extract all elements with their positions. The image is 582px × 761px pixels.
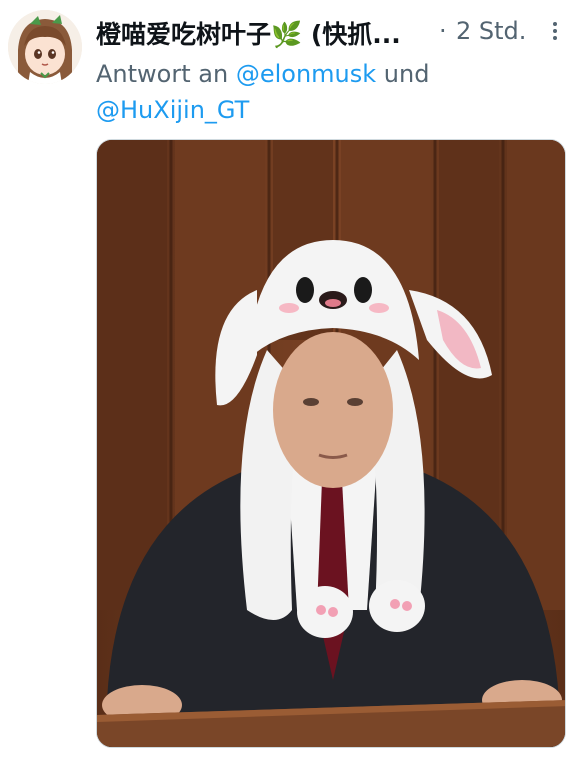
avatar[interactable] [8, 10, 82, 84]
tweet[interactable]: 橙喵爱吃树叶子🌿 (快抓... · 2 Std. Antwort an @elo… [0, 0, 582, 761]
reply-prefix: Antwort an [96, 60, 229, 88]
separator: · [439, 17, 447, 45]
reply-context: Antwort an @elonmusk und @HuXijin_GT [96, 56, 566, 128]
tweet-media[interactable] [96, 139, 566, 748]
media-photo [97, 140, 565, 747]
mention-link[interactable]: @HuXijin_GT [96, 96, 249, 124]
timestamp[interactable]: 2 Std. [456, 17, 526, 45]
mention-link[interactable]: @elonmusk [236, 60, 376, 88]
display-name[interactable]: 橙喵爱吃树叶子🌿 (快抓... [96, 15, 426, 51]
more-vertical-dots-icon[interactable] [547, 13, 563, 49]
avatar-anime-girl-image [8, 10, 82, 84]
reply-and: und [383, 60, 430, 88]
tweet-header: 橙喵爱吃树叶子🌿 (快抓... · 2 Std. [96, 13, 582, 51]
